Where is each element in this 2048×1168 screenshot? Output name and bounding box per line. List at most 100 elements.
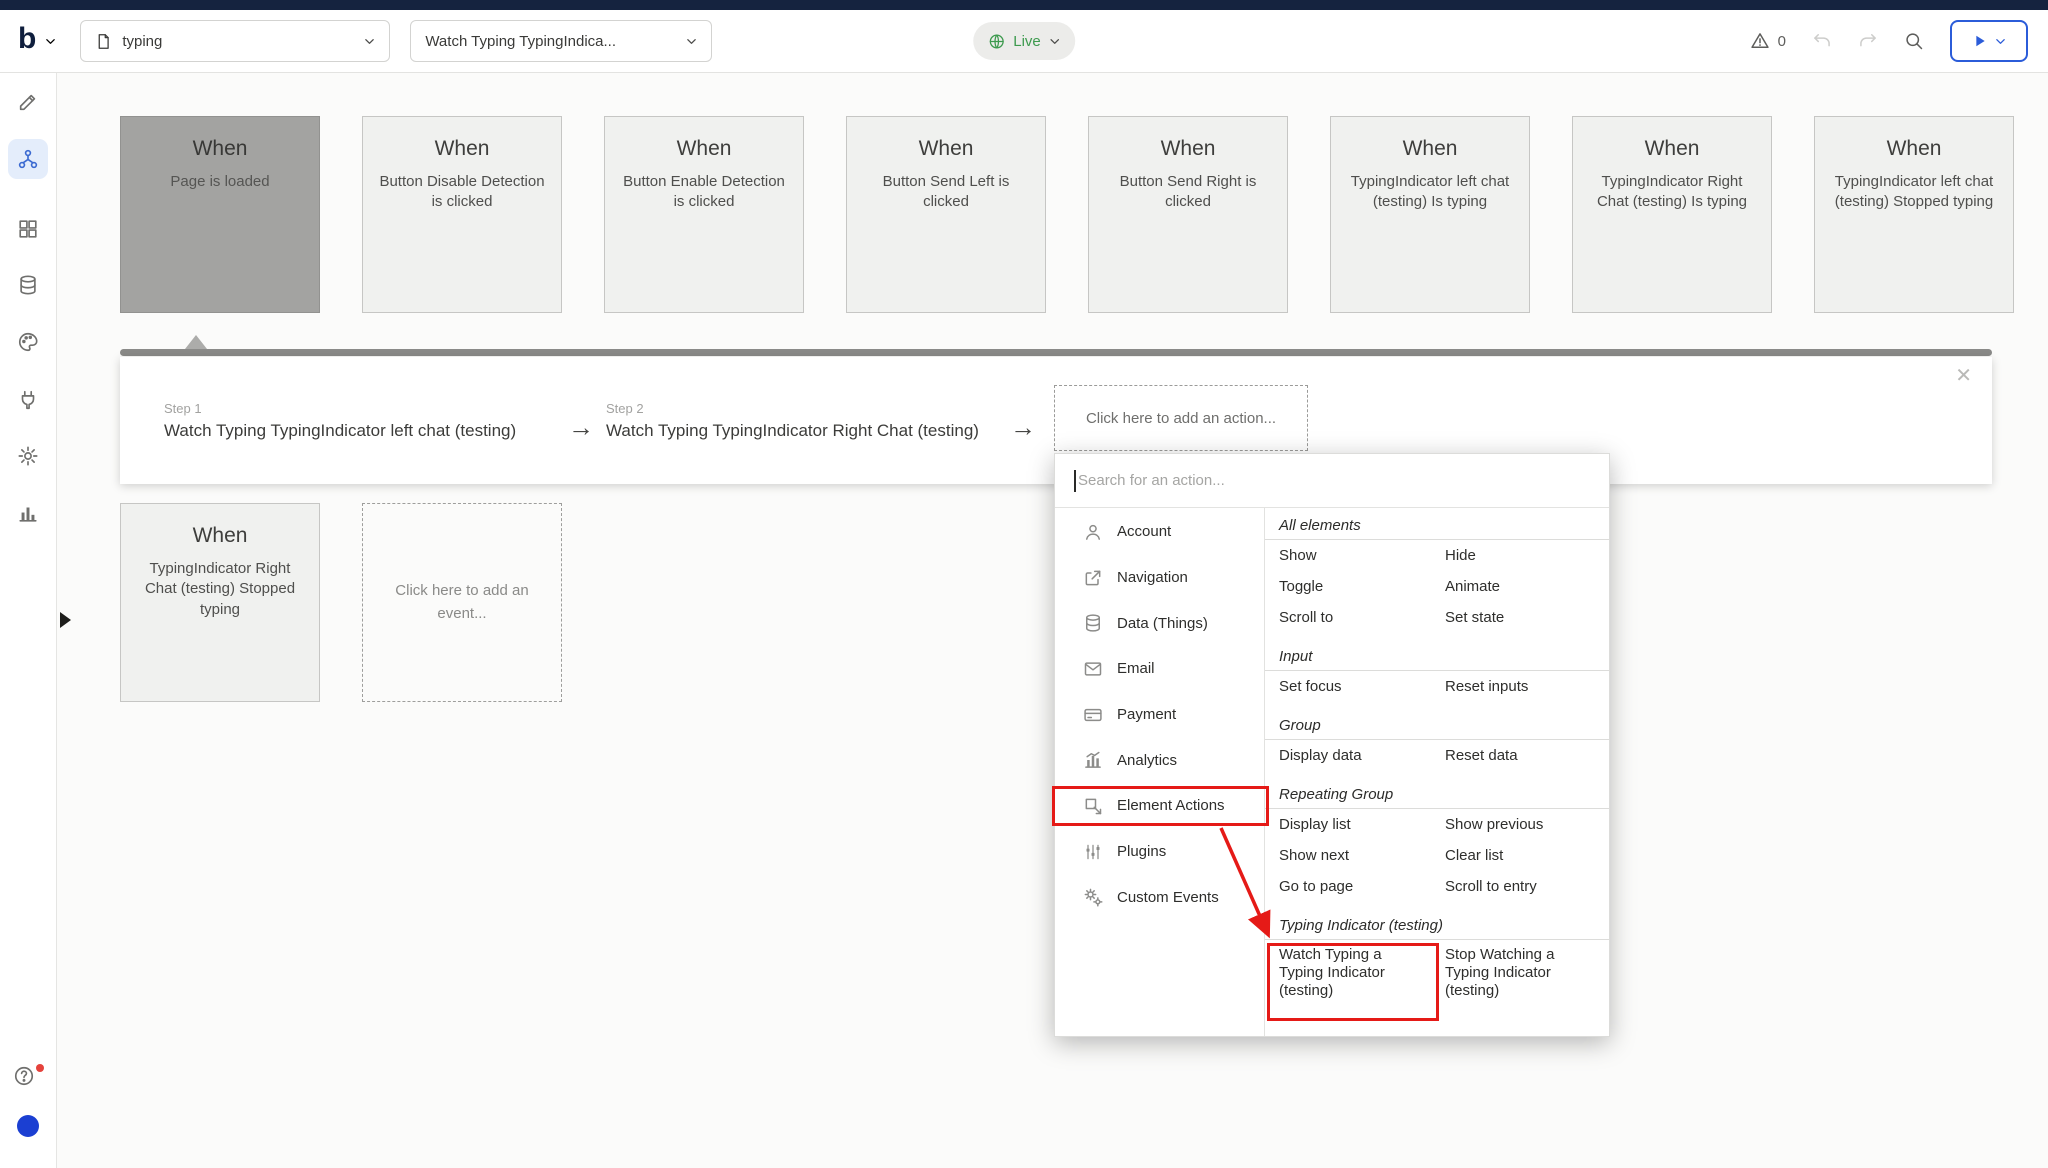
event-card-subtitle: Button Send Right is clicked — [1102, 172, 1274, 213]
page-selector-value: typing — [122, 33, 162, 50]
sidebar-item-data[interactable] — [8, 265, 48, 305]
action-category-label: Payment — [1117, 706, 1176, 723]
action-item[interactable]: Show previous — [1445, 816, 1609, 833]
action-search-input[interactable] — [1055, 454, 1609, 507]
action-list: All elementsShowHideToggleAnimateScroll … — [1265, 508, 1609, 1036]
action-category-email[interactable]: Email — [1055, 646, 1264, 692]
event-card-title: When — [1161, 137, 1216, 161]
sidebar-item-plugins[interactable] — [8, 380, 48, 420]
search-icon[interactable] — [1904, 31, 1924, 51]
action-item[interactable]: Scroll to — [1279, 609, 1445, 626]
workflow-step[interactable]: Step 2Watch Typing TypingIndicator Right… — [606, 401, 1010, 441]
action-category-payment[interactable]: Payment — [1055, 692, 1264, 738]
payment-icon — [1083, 705, 1103, 725]
workflow-step[interactable]: Step 1Watch Typing TypingIndicator left … — [164, 401, 568, 441]
action-category-label: Plugins — [1117, 843, 1166, 860]
sidebar-item-design[interactable] — [8, 82, 48, 122]
event-card-subtitle: TypingIndicator Right Chat (testing) Is … — [1586, 172, 1758, 213]
action-category-analytics[interactable]: Analytics — [1055, 737, 1264, 783]
chevron-down-icon — [45, 36, 56, 47]
workflow-canvas: WhenPage is loadedWhenButton Disable Det… — [57, 73, 2048, 1168]
event-card[interactable]: WhenTypingIndicator left chat (testing) … — [1330, 116, 1530, 313]
event-card-title: When — [193, 137, 248, 161]
avatar[interactable] — [17, 1115, 39, 1137]
action-section: Typing Indicator (testing) Watch Typing a… — [1265, 908, 1609, 1000]
action-item[interactable]: Stop Watching a Typing Indicator (testin… — [1445, 946, 1571, 1000]
action-item[interactable]: Reset inputs — [1445, 678, 1609, 695]
action-category-custom-events[interactable]: Custom Events — [1055, 875, 1264, 921]
event-card[interactable]: WhenButton Send Left is clicked — [846, 116, 1046, 313]
action-section-header: Typing Indicator (testing) — [1265, 908, 1609, 940]
action-category-account[interactable]: Account — [1055, 509, 1264, 555]
event-card[interactable]: When TypingIndicator Right Chat (testing… — [120, 503, 320, 702]
action-row: Scroll toSet state — [1265, 602, 1609, 633]
event-card-title: When — [435, 137, 490, 161]
event-card[interactable]: WhenPage is loaded — [120, 116, 320, 313]
action-category-label: Custom Events — [1117, 889, 1219, 906]
sidebar-item-styles[interactable] — [8, 322, 48, 362]
sidebar-item-settings[interactable] — [8, 436, 48, 476]
action-item[interactable]: Go to page — [1279, 878, 1445, 895]
redo-icon[interactable] — [1858, 31, 1878, 51]
step-title: Watch Typing TypingIndicator Right Chat … — [606, 421, 1010, 441]
action-item[interactable]: Animate — [1445, 578, 1609, 595]
environment-selector[interactable]: Live — [973, 22, 1075, 60]
action-item[interactable]: Set state — [1445, 609, 1609, 626]
event-card-title: When — [193, 524, 248, 548]
help-button[interactable] — [13, 1065, 43, 1095]
window-top-strip — [0, 0, 2048, 10]
event-card[interactable]: WhenTypingIndicator Right Chat (testing)… — [1572, 116, 1772, 313]
close-icon[interactable]: ✕ — [1955, 366, 1972, 386]
page-selector[interactable]: typing — [80, 20, 390, 62]
workflow-selector[interactable]: Watch Typing TypingIndica... — [410, 20, 712, 62]
action-row: Display listShow previous — [1265, 809, 1609, 840]
add-action-button[interactable]: Click here to add an action... — [1054, 385, 1308, 451]
add-event-button[interactable]: Click here to add an event... — [362, 503, 562, 702]
warning-icon — [1750, 31, 1770, 51]
chevron-down-icon — [1049, 36, 1060, 47]
timeline-bar[interactable] — [120, 349, 1992, 356]
action-row: Display dataReset data — [1265, 740, 1609, 771]
sidebar-item-workflow[interactable] — [8, 139, 48, 179]
action-item[interactable]: Show next — [1279, 847, 1445, 864]
event-cards-row: WhenPage is loadedWhenButton Disable Det… — [120, 116, 2014, 313]
event-card-title: When — [1887, 137, 1942, 161]
sidebar-collapse-handle[interactable] — [60, 612, 71, 628]
step-arrow-icon: → — [1010, 412, 1036, 443]
step-title: Watch Typing TypingIndicator left chat (… — [164, 421, 568, 441]
bubble-logo-menu[interactable]: b — [18, 26, 56, 56]
action-item[interactable]: Watch Typing a Typing Indicator (testing… — [1279, 946, 1405, 1000]
action-row: Go to pageScroll to entry — [1265, 871, 1609, 902]
action-category-navigation[interactable]: Navigation — [1055, 555, 1264, 601]
event-card[interactable]: WhenButton Enable Detection is clicked — [604, 116, 804, 313]
action-item[interactable]: Reset data — [1445, 747, 1609, 764]
action-item[interactable]: Toggle — [1279, 578, 1445, 595]
action-item[interactable]: Display list — [1279, 816, 1445, 833]
action-row: Set focusReset inputs — [1265, 671, 1609, 702]
action-item[interactable]: Set focus — [1279, 678, 1445, 695]
workflow-icon — [17, 148, 39, 170]
preview-run-button[interactable] — [1950, 20, 2028, 62]
action-item[interactable]: Display data — [1279, 747, 1445, 764]
element-actions-icon — [1083, 796, 1103, 816]
action-search — [1055, 454, 1609, 508]
action-item[interactable]: Clear list — [1445, 847, 1609, 864]
event-card-subtitle: Button Disable Detection is clicked — [376, 172, 548, 213]
sidebar-item-layout[interactable] — [8, 209, 48, 249]
gear-icon — [17, 445, 39, 467]
action-menu-body: AccountNavigationData (Things)Email Payme… — [1055, 508, 1609, 1036]
action-item[interactable]: Show — [1279, 547, 1445, 564]
action-category-element-actions[interactable]: Element Actions — [1055, 783, 1264, 829]
bubble-logo: b — [18, 24, 36, 54]
event-card[interactable]: When Button Send Right is clicked — [1088, 116, 1288, 313]
issues-indicator[interactable]: 0 — [1750, 31, 1786, 51]
action-category-data-things[interactable]: Data (Things) — [1055, 600, 1264, 646]
event-card[interactable]: WhenTypingIndicator left chat (testing) … — [1814, 116, 2014, 313]
action-item[interactable]: Hide — [1445, 547, 1609, 564]
action-category-plugins[interactable]: Plugins — [1055, 829, 1264, 875]
undo-icon[interactable] — [1812, 31, 1832, 51]
event-card[interactable]: When Button Disable Detection is clicked — [362, 116, 562, 313]
sidebar-item-logs[interactable] — [8, 493, 48, 533]
help-icon — [13, 1065, 35, 1087]
action-item[interactable]: Scroll to entry — [1445, 878, 1609, 895]
